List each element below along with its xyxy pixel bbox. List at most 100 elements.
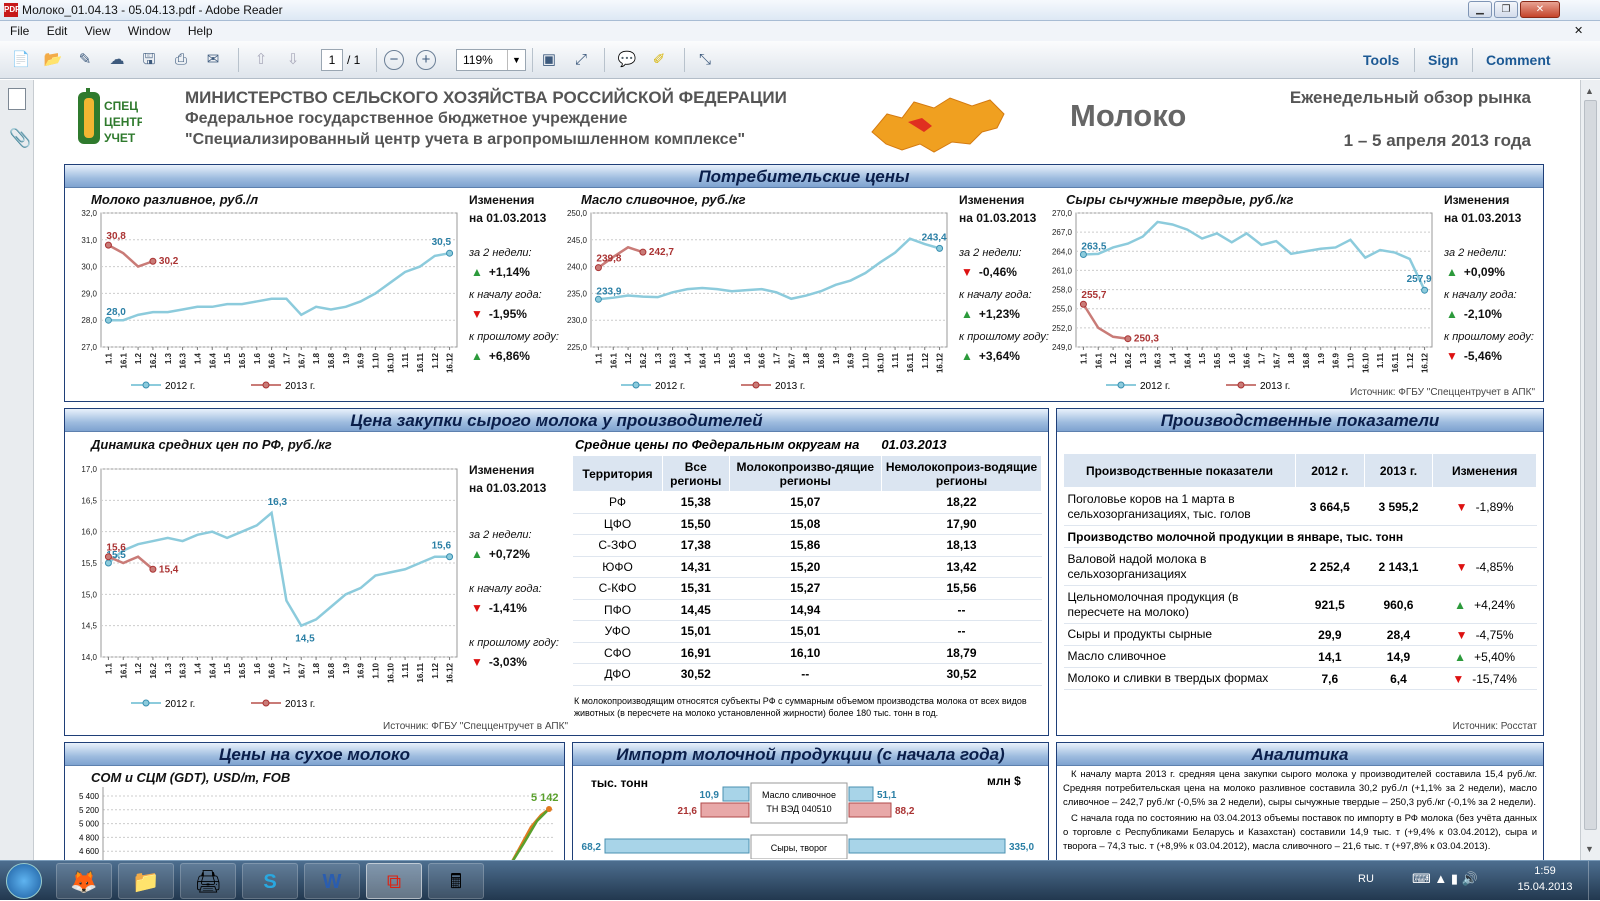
x-tick-label: 1.6 [253, 352, 262, 364]
scroll-up-icon[interactable]: ▲ [1585, 86, 1594, 96]
chevron-down-icon[interactable]: ▼ [507, 50, 525, 70]
word-taskbar-icon[interactable]: W [304, 863, 360, 899]
menu-view[interactable]: View [85, 24, 111, 38]
printer-taskbar-icon[interactable]: 🖨 [180, 863, 236, 899]
explorer-taskbar-icon[interactable]: 📁 [118, 863, 174, 899]
change-value-row: ▲ +0,72% [469, 547, 579, 561]
change-value: -2,10% [1463, 307, 1502, 321]
table-cell: 15,56 [881, 577, 1042, 600]
menu-window[interactable]: Window [128, 24, 171, 38]
data-label: 5 142 [531, 792, 559, 804]
fit-width-icon[interactable]: ⤢ [570, 49, 592, 71]
close-window-button[interactable]: ✕ [1520, 1, 1560, 18]
previous-page-icon[interactable]: ⇧ [250, 49, 272, 71]
show-desktop-button[interactable] [1588, 861, 1600, 901]
changes-header: Изменения [469, 463, 535, 477]
prod-change-value: -4,85% [1475, 559, 1514, 574]
change-label: к началу года: [1444, 289, 1517, 301]
page-thumbnails-icon[interactable] [8, 88, 26, 110]
open-file-icon[interactable]: 📂 [42, 49, 64, 71]
x-tick-label: 16.2 [149, 662, 158, 678]
table-cell: -- [881, 620, 1042, 643]
calculator-taskbar-icon[interactable]: 🖩 [428, 863, 484, 899]
x-tick-label: 16.11 [906, 352, 915, 372]
x-tick-label: 1.6 [743, 352, 752, 364]
start-button[interactable] [6, 863, 42, 899]
pdf-page: СПЕЦ ЦЕНТР УЧЕТ МИНИСТЕРСТВО СЕЛЬСКОГО Х… [34, 80, 1580, 860]
save-icon[interactable]: 🖫 [138, 49, 160, 71]
create-pdf-icon[interactable]: 📄 [10, 49, 32, 71]
scroll-down-icon[interactable]: ▼ [1585, 844, 1594, 854]
zoom-out-icon[interactable]: − [384, 50, 404, 70]
menu-file[interactable]: File [10, 24, 29, 38]
series-marker [446, 249, 454, 257]
zoom-select[interactable]: 119% ▼ [456, 49, 526, 71]
x-tick-label: 16.3 [179, 662, 188, 678]
x-tick-label: 1.5 [713, 352, 722, 364]
skype-taskbar-icon[interactable]: S [242, 863, 298, 899]
legend-2013-marker [262, 699, 270, 707]
tools-button[interactable]: Tools [1363, 52, 1399, 68]
next-page-icon[interactable]: ⇩ [282, 49, 304, 71]
legend-2012-label: 2012 г. [165, 699, 195, 709]
series-marker [104, 553, 112, 561]
close-document-icon[interactable]: ✕ [1574, 21, 1583, 41]
line-chart: 27,0 28,0 29,0 30,0 31,0 32,0 1.1 16.1 1.2 16.2 1.… [81, 209, 458, 392]
vertical-scrollbar[interactable]: ▲ ▼ [1580, 80, 1600, 860]
y-tick-label: 240,0 [567, 263, 588, 272]
table-row: С-ЗФО 17,38 15,86 18,13 [572, 534, 1042, 557]
chart-title: Динамика средних цен по РФ, руб./кг [91, 437, 332, 452]
keyboard-language[interactable]: RU [1358, 873, 1374, 885]
x-tick-label: 16.8 [327, 352, 336, 368]
upload-cloud-icon[interactable]: ☁ [106, 49, 128, 71]
email-icon[interactable]: ✉ [202, 49, 224, 71]
edit-doc-icon[interactable]: ✎ [74, 49, 96, 71]
full-screen-icon[interactable]: ⤡ [694, 49, 716, 71]
prod-2013: 6,4 [1364, 667, 1433, 690]
firefox-taskbar-icon[interactable]: 🦊 [56, 863, 112, 899]
series-line [511, 808, 550, 860]
production-panel: Производственные показатели Производстве… [1056, 408, 1544, 736]
table-cell: С-КФО [572, 577, 663, 600]
comment-button[interactable]: Comment [1486, 52, 1551, 68]
svg-text:СПЕЦ: СПЕЦ [104, 99, 138, 113]
sticky-note-icon[interactable]: 💬 [616, 49, 638, 71]
scroll-thumb[interactable] [1584, 100, 1597, 830]
x-tick-label: 1.2 [134, 662, 143, 674]
zoom-in-icon[interactable]: + [416, 50, 436, 70]
menu-help[interactable]: Help [188, 24, 213, 38]
x-tick-label: 16.4 [1183, 352, 1192, 368]
bar-2013-usd [848, 838, 1006, 854]
clock-date[interactable]: 15.04.2013 [1510, 881, 1580, 893]
data-label: 16,3 [268, 497, 288, 508]
data-label: 255,7 [1081, 290, 1106, 301]
sign-button[interactable]: Sign [1428, 52, 1458, 68]
minimize-button[interactable]: ▁ [1468, 1, 1492, 18]
line-chart: 14,0 14,5 15,0 15,5 16,0 16,5 17,0 1.1 16.1 1.2 16… [81, 465, 458, 709]
y-tick-label: 15,0 [81, 590, 97, 599]
x-tick-label: 16.8 [817, 352, 826, 368]
prod-row: Масло сливочное 14,1 14,9 ▲ +5,40% [1063, 645, 1537, 668]
x-tick-label: 16.10 [876, 352, 885, 373]
print-icon[interactable]: ⎙ [170, 49, 192, 71]
x-tick-label: 1.3 [164, 352, 173, 364]
page-number-input[interactable]: 1 [321, 49, 343, 71]
attachments-paperclip-icon[interactable]: 📎 [9, 128, 31, 149]
highlight-icon[interactable]: ✐ [648, 49, 670, 71]
data-label: 28,0 [106, 307, 126, 318]
fit-page-icon[interactable]: ▣ [538, 49, 560, 71]
x-tick-label: 16.10 [386, 352, 395, 373]
prod-section-row: Производство молочной продукции в январе… [1063, 525, 1537, 548]
x-tick-label: 16.6 [268, 662, 277, 678]
triangle-up-icon: ▲ [471, 547, 483, 561]
y-tick-label: 5 400 [79, 792, 100, 801]
table-cell: 15,38 [662, 491, 730, 514]
tray-icons[interactable]: ⌨ ▲ ▮ 🔊 [1412, 871, 1478, 887]
clock-time[interactable]: 1:59 [1510, 865, 1580, 877]
y-tick-label: 250,0 [567, 209, 588, 218]
maximize-button[interactable]: ❐ [1494, 1, 1518, 18]
y-tick-label: 230,0 [567, 316, 588, 325]
adobe-reader-taskbar-icon[interactable]: ⧉ [366, 863, 422, 899]
menu-edit[interactable]: Edit [47, 24, 68, 38]
change-value-row: ▼ -3,03% [469, 655, 579, 669]
